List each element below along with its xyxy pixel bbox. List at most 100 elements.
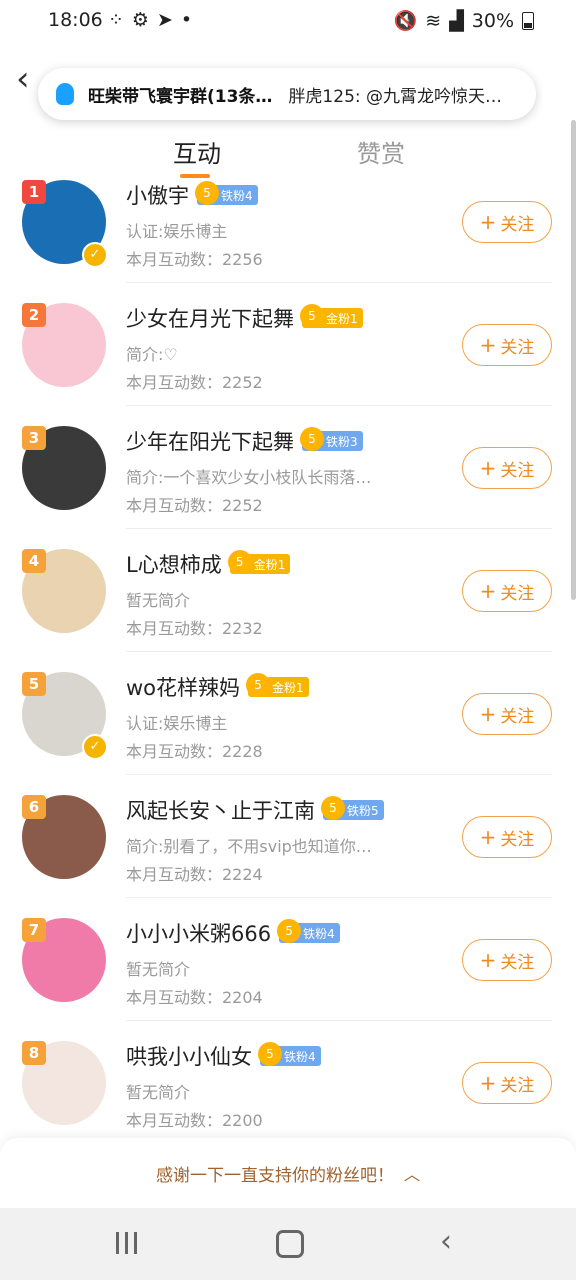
crown-icon: 5 [246, 673, 271, 697]
fan-description: 简介:别看了，不用svip也知道你… [126, 837, 372, 856]
fan-description: 认证:娱乐博主 [126, 714, 228, 733]
follow-label: 关注 [500, 706, 535, 727]
fan-description: 简介:一个喜欢少女小枝队长雨落… [126, 468, 372, 487]
fan-level-badge: 5 金粉1 [246, 673, 309, 697]
fan-level-label: 铁粉3 [326, 434, 358, 449]
fan-name[interactable]: L心想柿成 [126, 549, 222, 579]
fan-name-line: L心想柿成 5 金粉1 [126, 549, 291, 579]
battery-icon [522, 11, 534, 30]
fan-description: 暂无简介 [126, 960, 191, 979]
fan-level-badge: 5 铁粉4 [277, 919, 340, 943]
fan-row[interactable]: 6 风起长安丶止于江南 5 铁粉5 简介:别看了，不用svip也知道你… 本月互动数：22… [0, 775, 576, 898]
fan-row[interactable]: 7 小小小米粥666 5 铁粉4 暂无简介本月互动数：2204 + 关注 [0, 898, 576, 1021]
fan-level-label: 铁粉5 [347, 803, 379, 818]
fan-row[interactable]: 3 少年在阳光下起舞 5 铁粉3 简介:一个喜欢少女小枝队长雨落… 本月互动数：2252 +… [0, 406, 576, 529]
fan-name[interactable]: 哄我小小仙女 [126, 1041, 252, 1071]
follow-button[interactable]: + 关注 [462, 324, 552, 366]
system-nav-bar: ‹ [0, 1208, 576, 1280]
interaction-count: 本月互动数：2204 [126, 988, 263, 1007]
fan-name[interactable]: 少年在阳光下起舞 [126, 426, 294, 456]
crown-icon: 5 [300, 304, 324, 328]
status-time: 18:06 [48, 9, 103, 31]
fan-level-badge: 5 铁粉3 [300, 427, 363, 451]
follow-button[interactable]: + 关注 [462, 447, 552, 489]
signal-dots-icon: ⁘ [108, 9, 124, 31]
follow-label: 关注 [500, 829, 535, 850]
fan-name-line: 哄我小小仙女 5 铁粉4 [126, 1041, 321, 1071]
interaction-count: 本月互动数：2224 [126, 865, 263, 884]
fan-name[interactable]: wo花样辣妈 [126, 672, 240, 702]
recents-icon[interactable] [116, 1232, 140, 1254]
follow-button[interactable]: + 关注 [462, 816, 552, 858]
telegram-icon: ➤ [156, 9, 173, 31]
status-right-icons: 🔇 ≋ ▟ 30% [394, 9, 534, 32]
fan-row[interactable]: 8 哄我小小仙女 5 铁粉4 暂无简介 本月互动数：2200 + 关注 [0, 1021, 576, 1144]
plus-icon: + [479, 948, 497, 972]
notification-group-name: 旺柴带飞寰宇群(13条… [88, 86, 273, 107]
fan-description: 认证:娱乐博主 [126, 222, 228, 241]
fan-level-badge: 5 铁粉4 [195, 181, 258, 205]
crown-icon: 5 [321, 796, 345, 820]
fan-name-line: 风起长安丶止于江南 5 铁粉5 [126, 795, 384, 825]
rank-badge: 1 [22, 180, 46, 204]
fan-level-badge: 5 铁粉5 [321, 796, 384, 820]
interaction-count: 本月互动数：2252 [126, 496, 263, 515]
fan-row[interactable]: 5 ✓ wo花样辣妈 5 金粉1 认证:娱乐博主本月互动数：2228 + 关注 [0, 652, 576, 775]
fan-name-line: 少年在阳光下起舞 5 铁粉3 [126, 426, 363, 456]
fan-level-badge: 5 金粉1 [300, 304, 363, 328]
interaction-count: 本月互动数：2256 [126, 250, 263, 269]
fan-row[interactable]: 2 少女在月光下起舞 5 金粉1 简介:♡ 本月互动数：2252 + 关注 [0, 283, 576, 406]
thanks-text: 感谢一下一直支持你的粉丝吧！ [155, 1165, 394, 1186]
plus-icon: + [479, 333, 497, 357]
chevron-up-icon: ︿ [403, 1165, 420, 1184]
qq-icon [56, 83, 74, 105]
fan-name-line: 小小小米粥666 5 铁粉4 [126, 918, 340, 948]
plus-icon: + [479, 210, 497, 234]
rank-badge: 7 [22, 918, 46, 942]
follow-button[interactable]: + 关注 [462, 939, 552, 981]
cell-signal-icon: ▟ [449, 9, 464, 32]
fan-description: 简介:♡ [126, 345, 178, 364]
home-icon[interactable] [276, 1230, 304, 1258]
back-arrow-icon[interactable]: ‹ [16, 62, 30, 96]
mute-icon: 🔇 [393, 10, 418, 32]
follow-button[interactable]: + 关注 [462, 570, 552, 612]
rank-badge: 2 [22, 303, 46, 327]
thanks-bar[interactable]: 感谢一下一直支持你的粉丝吧！ ︿ [0, 1138, 576, 1208]
fan-row[interactable]: 1 ✓ 小傲宇 5 铁粉4 认证:娱乐博主本月互动数：2256 + 关注 [0, 160, 576, 283]
verified-icon: ✓ [82, 734, 108, 760]
interaction-count: 本月互动数：2228 [126, 742, 263, 761]
rank-badge: 5 [22, 672, 46, 696]
status-left-icons: ⁘ ⚙ ➤ • [108, 9, 192, 31]
verified-icon: ✓ [82, 242, 108, 268]
system-back-icon[interactable]: ‹ [440, 1224, 452, 1259]
fan-name[interactable]: 少女在月光下起舞 [126, 303, 294, 333]
fan-description: 暂无简介 [126, 591, 191, 610]
notification-message: 胖虎125: @九霄龙吟惊天… [288, 86, 503, 107]
fan-level-badge: 5 铁粉4 [258, 1042, 321, 1066]
battery-percent: 30% [471, 9, 514, 32]
fan-level-label: 铁粉4 [303, 926, 335, 941]
plus-icon: + [479, 825, 497, 849]
interaction-count: 本月互动数：2252 [126, 373, 263, 392]
fan-row[interactable]: 4 L心想柿成 5 金粉1 暂无简介 本月互动数：2232 + 关注 [0, 529, 576, 652]
fan-name-line: wo花样辣妈 5 金粉1 [126, 672, 309, 702]
follow-label: 关注 [500, 337, 535, 358]
fan-name[interactable]: 风起长安丶止于江南 [126, 795, 315, 825]
fan-name[interactable]: 小傲宇 [126, 180, 189, 210]
plus-icon: + [479, 702, 497, 726]
gear-icon: ⚙ [131, 9, 149, 31]
dot-icon: • [180, 9, 193, 31]
fan-name-line: 少女在月光下起舞 5 金粉1 [126, 303, 363, 333]
follow-button[interactable]: + 关注 [462, 1062, 552, 1104]
follow-label: 关注 [500, 460, 535, 481]
follow-label: 关注 [500, 583, 535, 604]
follow-button[interactable]: + 关注 [462, 201, 552, 243]
follow-button[interactable]: + 关注 [462, 693, 552, 735]
crown-icon: 5 [195, 181, 219, 205]
fan-level-label: 金粉1 [326, 311, 358, 326]
message-notification[interactable]: 旺柴带飞寰宇群(13条… 胖虎125: @九霄龙吟惊天… [38, 68, 536, 120]
interaction-count: 本月互动数：2200 [126, 1111, 263, 1130]
rank-badge: 4 [22, 549, 46, 573]
fan-name[interactable]: 小小小米粥666 [126, 918, 271, 948]
